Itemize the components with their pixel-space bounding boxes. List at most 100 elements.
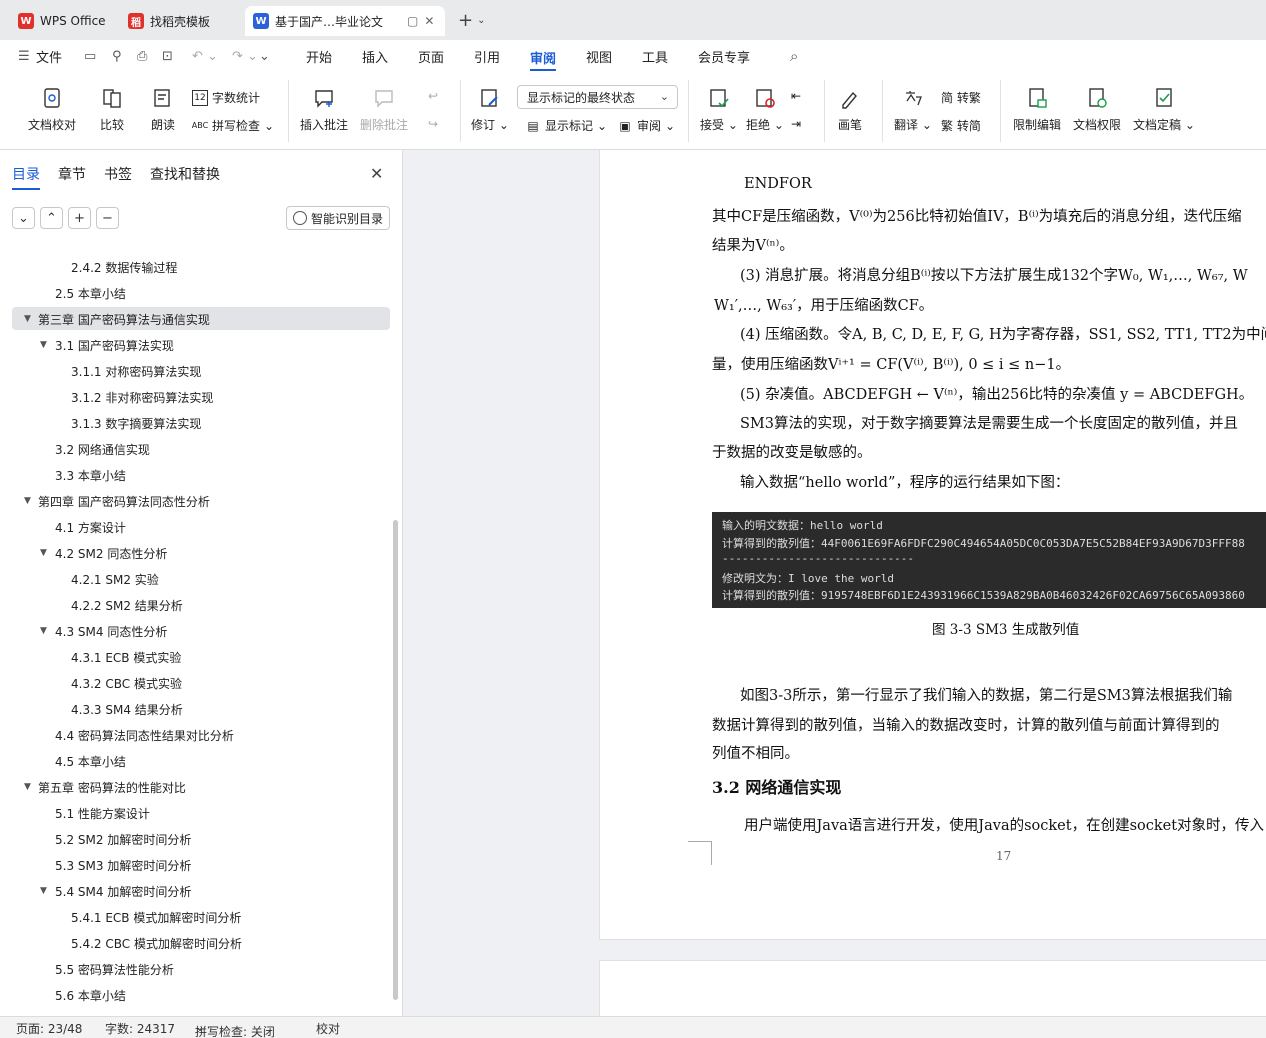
toc-item[interactable]: 3.1.1 对称密码算法实现 [0, 358, 392, 384]
more-icon[interactable]: ⌄ [259, 49, 270, 64]
restrict-edit-button[interactable]: 限制编辑 [1013, 86, 1061, 133]
expand-arrow-icon[interactable]: ▼ [40, 340, 47, 350]
menu-file[interactable]: 文件 [36, 47, 62, 66]
toc-item[interactable]: 3.1.2 非对称密码算法实现 [0, 384, 392, 410]
undo-icon[interactable]: ↶ ⌄ [192, 49, 218, 64]
toc-item[interactable]: 5.2 SM2 加解密时间分析 [0, 826, 392, 852]
toc-item[interactable]: ▼ 第四章 国产密码算法同态性分析 [0, 488, 392, 514]
save-icon[interactable]: ▭ [84, 49, 96, 64]
toc-item[interactable]: 3.1.3 数字摘要算法实现 [0, 410, 392, 436]
expand-arrow-icon[interactable]: ▼ [40, 548, 47, 558]
print-icon[interactable]: ⎙ [137, 49, 147, 64]
toc-item[interactable]: 5.4.2 CBC 模式加解密时间分析 [0, 930, 392, 956]
toc-item[interactable]: 4.1 方案设计 [0, 514, 392, 540]
preview-icon[interactable]: ⊡ [162, 49, 173, 64]
expand-arrow-icon[interactable]: ▼ [40, 886, 47, 896]
toc-item[interactable]: 4.3.3 SM4 结果分析 [0, 696, 392, 722]
toc-item[interactable]: ▼ 4.3 SM4 同态性分析 [0, 618, 392, 644]
review-pane-button[interactable]: ▣ 审阅 ⌄ [617, 117, 675, 134]
link-icon[interactable]: ⚲ [112, 49, 122, 64]
prev-change-icon[interactable]: ⇤ [791, 89, 801, 103]
toc-item[interactable]: 4.2.1 SM2 实验 [0, 566, 392, 592]
search-icon[interactable]: ⌕ [790, 47, 798, 65]
toc-item[interactable]: 2.4.2 数据传输过程 [0, 254, 392, 280]
toc-item[interactable]: 4.4 密码算法同态性结果对比分析 [0, 722, 392, 748]
expand-arrow-icon[interactable]: ▼ [40, 626, 47, 636]
toc-item[interactable]: 3.3 本章小结 [0, 462, 392, 488]
spell-check-status[interactable]: 拼写检查: 关闭 ⌄ [195, 1020, 275, 1038]
menu-reference[interactable]: 引用 [474, 47, 500, 66]
word-count-button[interactable]: 12 字数统计 [192, 89, 260, 106]
markup-state-dropdown[interactable]: 显示标记的最终状态 ⌄ [517, 85, 678, 109]
accept-button[interactable]: 接受 ⌄ [700, 86, 738, 133]
prev-comment-icon[interactable]: ↩ [428, 89, 438, 103]
close-icon[interactable]: ✕ [424, 14, 434, 28]
proofread-status[interactable]: 校对 [316, 1020, 340, 1037]
toc-item[interactable]: 4.3.1 ECB 模式实验 [0, 644, 392, 670]
redo-icon[interactable]: ↷ ⌄ [232, 49, 258, 64]
hamburger-icon[interactable]: ☰ [18, 49, 30, 64]
page-indicator[interactable]: 页面: 23/48 [16, 1020, 82, 1037]
to-simplified-button[interactable]: 繁 转简 [941, 117, 981, 134]
menu-insert[interactable]: 插入 [362, 47, 388, 66]
tab-wps-office[interactable]: W WPS Office [10, 6, 114, 36]
menu-page[interactable]: 页面 [418, 47, 444, 66]
track-changes-button[interactable]: 修订 ⌄ [471, 86, 509, 133]
nav-tab-bookmark[interactable]: 书签 [104, 164, 132, 190]
toc-item[interactable]: 2.5 本章小结 [0, 280, 392, 306]
doc-permission-label: 文档权限 [1073, 118, 1122, 132]
insert-comment-button[interactable]: 插入批注 [300, 86, 348, 133]
menu-review[interactable]: 审阅 [530, 48, 557, 71]
toc-item[interactable]: 5.1 性能方案设计 [0, 800, 392, 826]
toc-item[interactable]: 5.6 本章小结 [0, 982, 392, 1008]
toc-item[interactable]: 3.2 网络通信实现 [0, 436, 392, 462]
next-change-icon[interactable]: ⇥ [791, 117, 801, 131]
spell-check-button[interactable]: ABC 拼写检查 ⌄ [192, 117, 274, 134]
close-icon[interactable]: ✕ [370, 164, 383, 183]
expand-arrow-icon[interactable]: ▼ [24, 782, 31, 792]
doc-permission-button[interactable]: 文档权限 [1073, 86, 1121, 133]
toc-item[interactable]: ▼ 第三章 国产密码算法与通信实现 [0, 306, 392, 332]
expand-up-button[interactable]: ⌃ [40, 207, 63, 229]
toc-item[interactable]: ▼ 第五章 密码算法的性能对比 [0, 774, 392, 800]
nav-tab-toc[interactable]: 目录 [12, 164, 40, 190]
toc-item[interactable]: 4.5 本章小结 [0, 748, 392, 774]
doc-check-button[interactable]: 文档校对 [28, 86, 76, 133]
toc-item[interactable]: 5.4.1 ECB 模式加解密时间分析 [0, 904, 392, 930]
smart-toc-button[interactable]: 智能识别目录 [286, 206, 390, 230]
toc-item[interactable]: 5.5 密码算法性能分析 [0, 956, 392, 982]
show-markup-button[interactable]: ▤ 显示标记 ⌄ [525, 117, 607, 134]
menu-member[interactable]: 会员专享 [698, 47, 750, 66]
menu-tools[interactable]: 工具 [642, 47, 668, 66]
toc-item[interactable]: ▼ 4.2 SM2 同态性分析 [0, 540, 392, 566]
toc-item[interactable]: ▼ 3.1 国产密码算法实现 [0, 332, 392, 358]
read-aloud-button[interactable]: 朗读 [151, 86, 175, 133]
expand-arrow-icon[interactable]: ▼ [24, 496, 31, 506]
tab-document[interactable]: W 基于国产…毕业论文 ▢ ✕ [245, 6, 445, 36]
new-tab-button[interactable]: + ⌄ [458, 10, 485, 31]
finalize-button[interactable]: 文档定稿 ⌄ [1133, 86, 1195, 133]
delete-comment-button[interactable]: 删除批注 [360, 86, 408, 133]
toc-item[interactable]: 4.2.2 SM2 结果分析 [0, 592, 392, 618]
toc-item[interactable]: 4.3.2 CBC 模式实验 [0, 670, 392, 696]
compare-button[interactable]: 比较 [100, 86, 124, 133]
nav-tab-find-replace[interactable]: 查找和替换 [150, 164, 220, 190]
translate-button[interactable]: 翻译 ⌄ [894, 86, 932, 133]
collapse-button[interactable]: ⌄ [12, 207, 35, 229]
nav-tab-chapter[interactable]: 章节 [58, 164, 86, 190]
tab-template[interactable]: 稻 找稻壳模板 [120, 6, 218, 36]
expand-arrow-icon[interactable]: ▼ [24, 314, 31, 324]
menu-view[interactable]: 视图 [586, 47, 612, 66]
pen-button[interactable]: 画笔 [838, 86, 862, 133]
menu-home[interactable]: 开始 [306, 47, 332, 66]
to-traditional-button[interactable]: 简 转繁 [941, 89, 981, 106]
toc-item[interactable]: ▼ 5.4 SM4 加解密时间分析 [0, 878, 392, 904]
toc-item[interactable]: 5.3 SM3 加解密时间分析 [0, 852, 392, 878]
remove-level-button[interactable]: − [96, 207, 119, 229]
reject-button[interactable]: 拒绝 ⌄ [746, 86, 784, 133]
word-count-status[interactable]: 字数: 24317 [105, 1020, 175, 1037]
add-level-button[interactable]: + [68, 207, 91, 229]
toc-scrollbar[interactable] [393, 520, 398, 1000]
next-comment-icon[interactable]: ↪ [428, 117, 438, 131]
restore-icon[interactable]: ▢ [407, 14, 418, 28]
